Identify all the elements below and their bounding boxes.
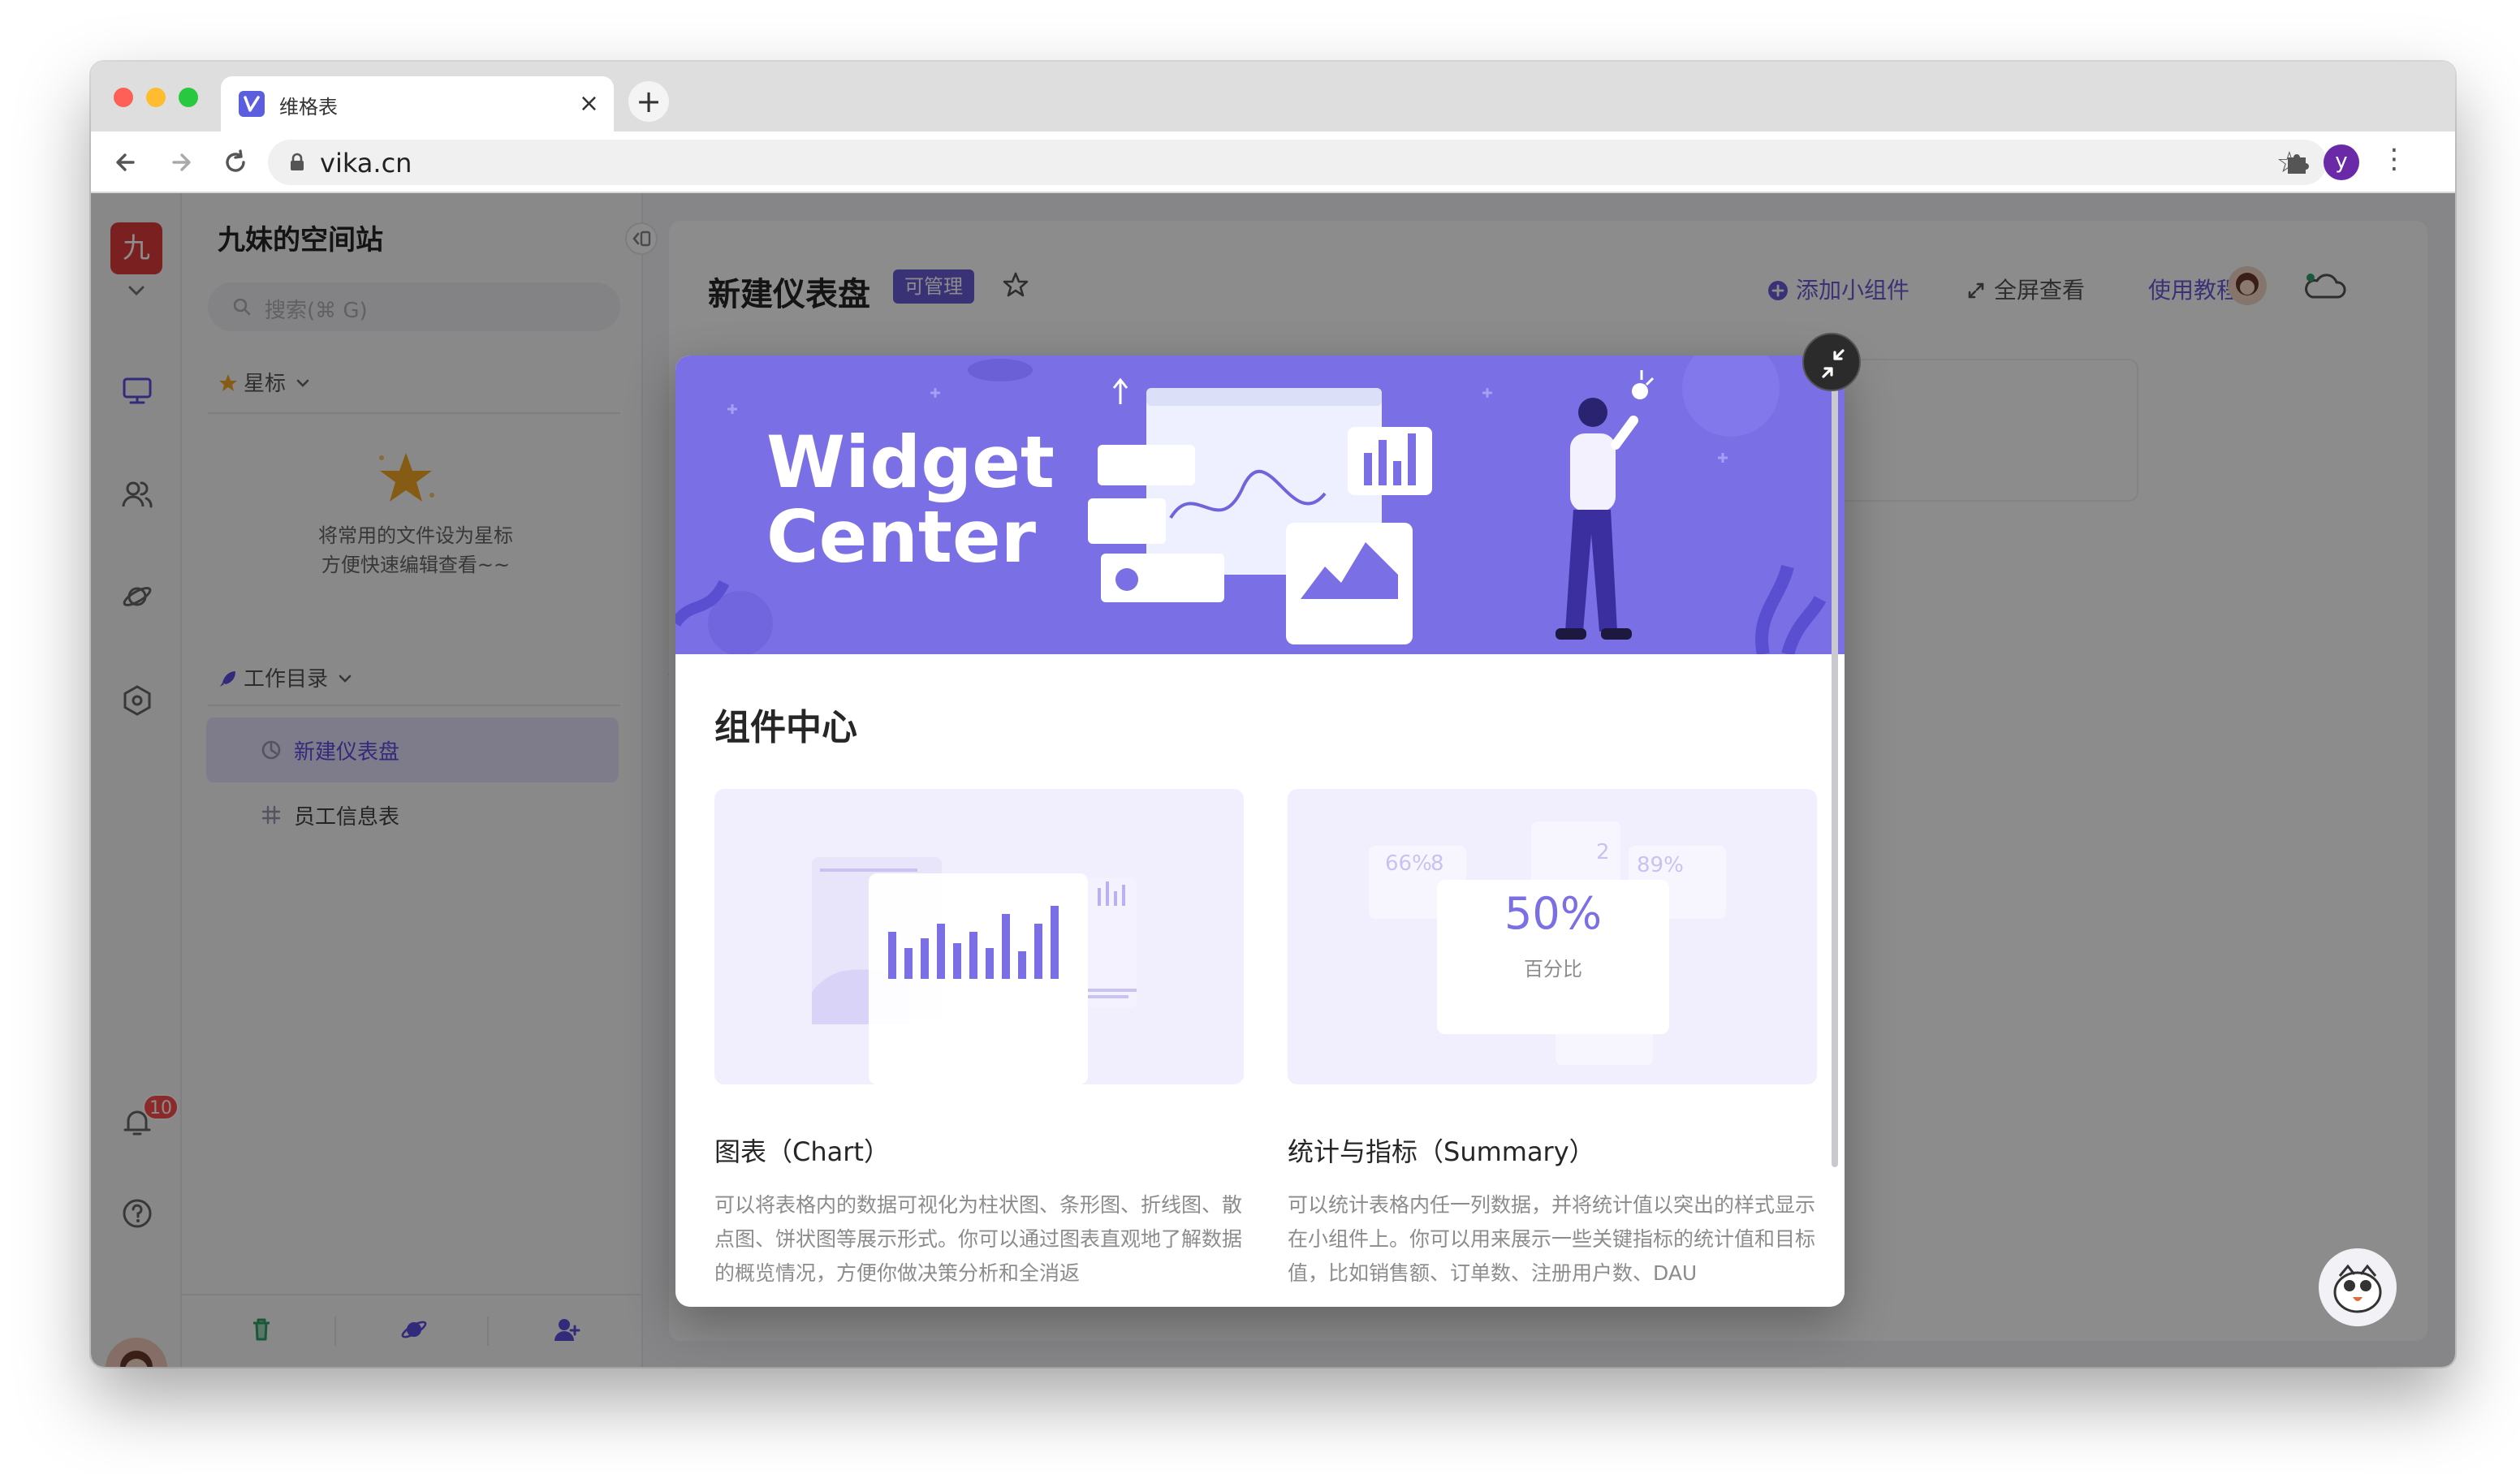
bg-value: 89%: [1637, 853, 1684, 877]
maximize-window-button[interactable]: [179, 88, 198, 107]
summary-widget-preview: 66% 8 2 89% 4 50% 百分比: [1288, 789, 1817, 1084]
summary-preview-label: 百分比: [1524, 958, 1582, 981]
banner-title-line-1: Widget: [766, 420, 1055, 504]
banner-title: Widget Center: [766, 425, 1055, 575]
vika-logo-icon: [239, 91, 265, 117]
widget-description: 可以将表格内的数据可视化为柱状图、条形图、折线图、散点图、饼状图等展示形式。你可…: [714, 1193, 1243, 1285]
browser-titlebar: 维格表 × +: [91, 62, 2455, 131]
widget-center-banner: Widget Center: [675, 356, 1845, 654]
bg-value: 2: [1596, 840, 1610, 864]
bg-value: 8: [1430, 851, 1444, 876]
lock-icon: [291, 153, 304, 170]
new-tab-button[interactable]: +: [628, 81, 669, 122]
url-text: vika.cn: [320, 148, 412, 179]
chart-widget-preview: [714, 789, 1244, 1084]
close-window-button[interactable]: [114, 88, 133, 107]
shrink-modal-button[interactable]: [1802, 333, 1861, 391]
back-icon[interactable]: [109, 144, 145, 180]
modal-scrollbar[interactable]: [1832, 364, 1838, 1167]
widget-name: 图表（Chart）: [714, 1136, 890, 1167]
widget-center-modal: Widget Center 组件中心 图表（Chart） 可以将表格内的数据可视…: [675, 356, 1845, 1307]
widget-center-heading: 组件中心: [714, 707, 857, 748]
address-bar[interactable]: vika.cn ☆: [268, 140, 2327, 185]
widget-card-chart[interactable]: 图表（Chart） 可以将表格内的数据可视化为柱状图、条形图、折线图、散点图、饼…: [714, 789, 1244, 1307]
tab-close-icon[interactable]: ×: [579, 88, 599, 120]
tab-title: 维格表: [279, 96, 338, 119]
browser-tab[interactable]: 维格表 ×: [221, 76, 614, 131]
forward-icon[interactable]: [164, 144, 200, 180]
minimize-window-button[interactable]: [146, 88, 166, 107]
browser-toolbar: vika.cn ☆ y ⋮: [91, 131, 2455, 193]
widget-name: 统计与指标（Summary）: [1288, 1136, 1595, 1167]
summary-preview-value: 50%: [1504, 888, 1603, 939]
reload-icon[interactable]: [218, 144, 253, 180]
collapse-arrows-icon: [1822, 349, 1845, 378]
bg-value: 66%: [1385, 851, 1432, 876]
widget-description: 可以统计表格内任一列数据，并将统计值以突出的样式显示在小组件上。你可以用来展示一…: [1288, 1193, 1816, 1285]
chart-preview-illustration: [812, 857, 1137, 1084]
extensions-puzzle-icon[interactable]: [2281, 146, 2314, 179]
browser-menu-icon[interactable]: ⋮: [2380, 143, 2408, 175]
widget-card-summary[interactable]: 66% 8 2 89% 4 50% 百分比 统计与指标（Summary） 可以统…: [1288, 789, 1817, 1307]
profile-avatar[interactable]: y: [2324, 144, 2359, 180]
assistant-bot-icon[interactable]: [2319, 1248, 2397, 1326]
banner-title-line-2: Center: [766, 495, 1037, 579]
